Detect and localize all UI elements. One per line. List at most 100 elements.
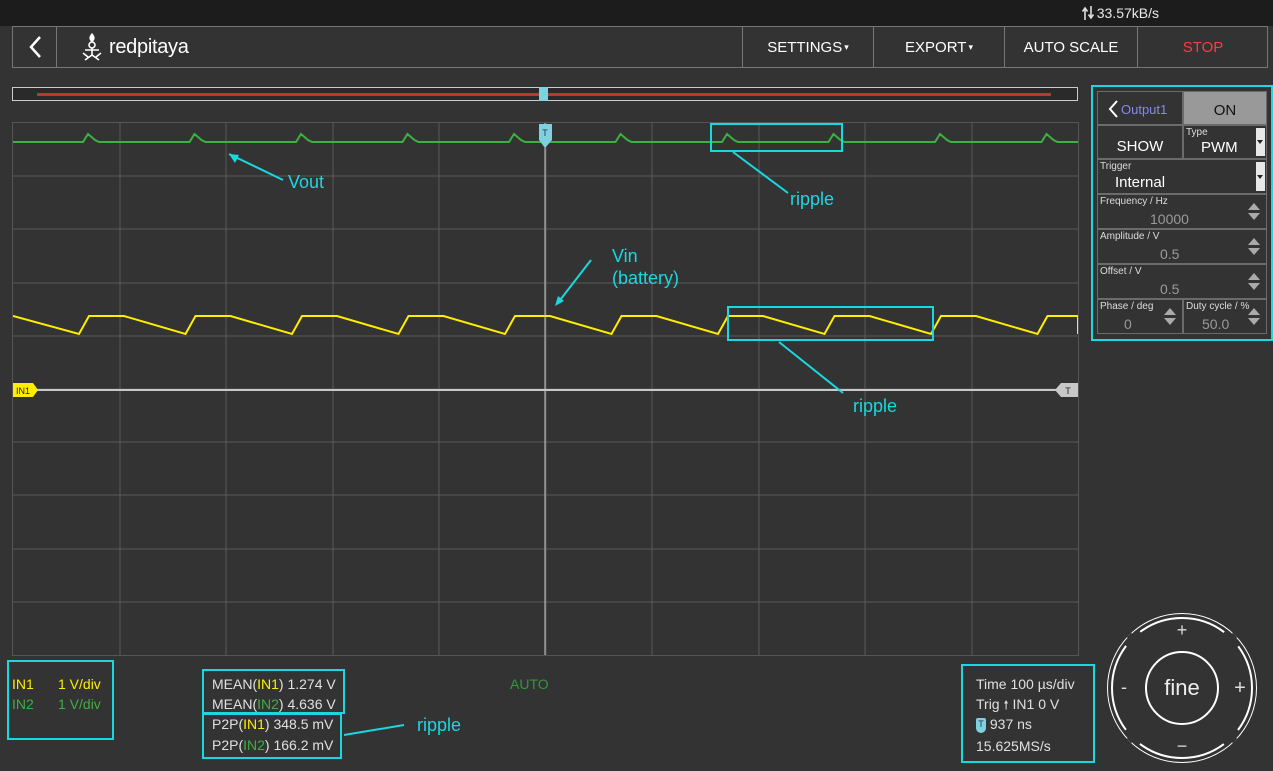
output1-back-button[interactable]: Output1: [1097, 91, 1183, 125]
trigger-marker-label: T: [542, 128, 548, 138]
p2p-in1-channel: IN1: [243, 716, 265, 732]
rising-edge-icon: 🠕: [1003, 698, 1009, 712]
p2p-in2-channel: IN2: [243, 737, 265, 753]
vin-annotation: Vin (battery): [612, 245, 679, 289]
trigger-dropdown-icon: [1256, 162, 1265, 191]
sample-rate: 15.625MS/s: [976, 738, 1051, 754]
p2p-in1-measurement: P2P(IN1) 348.5 mV: [212, 716, 333, 732]
status-bar: 33.57kB/s: [0, 0, 1273, 26]
amplitude-field[interactable]: Amplitude / V 0.5: [1097, 229, 1267, 264]
phase-value: 0: [1124, 316, 1132, 332]
offset-field[interactable]: Offset / V 0.5: [1097, 264, 1267, 299]
export-label: EXPORT: [905, 38, 967, 56]
vin-arrow: [556, 259, 592, 305]
fine-button[interactable]: fine: [1164, 675, 1199, 700]
stop-button[interactable]: STOP: [1137, 27, 1268, 67]
duty-cycle-value: 50.0: [1202, 316, 1230, 332]
caret-down-icon: ▾: [844, 41, 849, 52]
mean-prefix: MEAN(: [212, 676, 258, 692]
generator-panel: Output1 ON SHOW Type PWM Trigger Interna…: [1091, 85, 1273, 341]
time-per-div: Time 100 µs/div: [976, 676, 1075, 692]
mean-in2-measurement: MEAN(IN2) 4.636 V: [212, 696, 336, 712]
frequency-field[interactable]: Frequency / Hz 10000: [1097, 194, 1267, 229]
stop-label: STOP: [1182, 38, 1224, 56]
in2-scale: 1 V/div: [58, 696, 101, 712]
auto-scale-button[interactable]: AUTO SCALE: [1004, 27, 1137, 67]
mean-in1-value: ) 1.274 V: [278, 676, 336, 692]
jog-up-button[interactable]: +: [1177, 620, 1188, 640]
timeline-handle[interactable]: [539, 87, 548, 101]
frequency-spinner-icon[interactable]: [1248, 203, 1260, 221]
trigger-label: Trigger: [1100, 161, 1132, 172]
phase-field[interactable]: Phase / deg 0: [1097, 299, 1183, 334]
p2p-in2-measurement: P2P(IN2) 166.2 mV: [212, 737, 333, 753]
plot-canvas: T IN1 T: [12, 123, 1079, 655]
in1-label[interactable]: IN1: [12, 676, 34, 692]
in1-marker-label: IN1: [16, 386, 30, 396]
trigger-prefix: Trig: [976, 696, 1000, 712]
show-button[interactable]: SHOW: [1097, 125, 1183, 159]
offset-spinner-icon[interactable]: [1248, 273, 1260, 291]
vin-annotation-line1: Vin: [612, 246, 638, 266]
network-rate: 33.57kB/s: [1081, 5, 1159, 21]
p2p-in2-value: ) 166.2 mV: [264, 737, 334, 753]
jog-left-button[interactable]: -: [1121, 677, 1127, 697]
trigger-time-marker[interactable]: T: [539, 124, 552, 148]
trigger-level-marker[interactable]: T: [1055, 383, 1078, 397]
trigger-delay-value: 937 ns: [989, 716, 1032, 732]
amplitude-spinner-icon[interactable]: [1248, 238, 1260, 256]
ripple-annotation-top: ripple: [790, 189, 835, 209]
in2-label[interactable]: IN2: [12, 696, 34, 712]
trigger-select[interactable]: Trigger Internal: [1097, 159, 1267, 194]
ripple-bottom-leader: [343, 724, 405, 736]
type-select[interactable]: Type PWM: [1183, 125, 1267, 159]
jog-down-button[interactable]: −: [1177, 736, 1188, 756]
on-label: ON: [1213, 102, 1237, 119]
app-header: redpitaya SETTINGS ▾ EXPORT ▾ AUTO SCALE S…: [12, 26, 1268, 68]
mean-in2-value: ) 4.636 V: [278, 696, 336, 712]
export-menu-button[interactable]: EXPORT ▾: [873, 27, 1004, 67]
vin-annotation-line2: (battery): [612, 268, 680, 288]
back-button[interactable]: [13, 27, 57, 67]
ripple-mid-leader: [778, 341, 844, 394]
oscilloscope-plot[interactable]: T IN1 T: [12, 122, 1079, 656]
amplitude-value: 0.5: [1160, 246, 1180, 262]
chevron-left-icon: [28, 36, 41, 58]
trigger-level-label: T: [1065, 386, 1071, 396]
type-dropdown-icon: [1256, 128, 1265, 156]
mean-in1-channel: IN1: [257, 676, 279, 692]
jog-right-button[interactable]: +: [1234, 677, 1246, 699]
type-value: PWM: [1201, 139, 1238, 156]
phase-spinner-icon[interactable]: [1164, 308, 1176, 326]
updown-arrows-icon: [1081, 6, 1094, 20]
ripple-annotation-bottom: ripple: [417, 715, 462, 735]
trigger-marker-icon: T: [976, 717, 986, 733]
mean-in1-measurement: MEAN(IN1) 1.274 V: [212, 676, 336, 692]
trigger-source-level: IN1 0 V: [1012, 696, 1060, 712]
duty-cycle-spinner-icon[interactable]: [1248, 308, 1260, 326]
offset-value: 0.5: [1160, 281, 1180, 297]
p2p-prefix: P2P(: [212, 737, 244, 753]
output1-title: Output1: [1121, 102, 1168, 117]
p2p-in1-value: ) 348.5 mV: [264, 716, 334, 732]
settings-menu-button[interactable]: SETTINGS ▾: [742, 27, 873, 67]
frequency-value: 10000: [1150, 211, 1189, 227]
logo: redpitaya: [79, 31, 189, 63]
ripple-annotation-mid: ripple: [853, 396, 898, 416]
p2p-prefix: P2P(: [212, 716, 244, 732]
mean-prefix: MEAN(: [212, 696, 258, 712]
duty-cycle-field[interactable]: Duty cycle / % 50.0: [1183, 299, 1267, 334]
caret-down-icon: ▾: [968, 41, 973, 52]
show-label: SHOW: [1116, 138, 1164, 155]
phase-label: Phase / deg: [1100, 301, 1154, 312]
jog-control: + − - + fine: [1107, 613, 1257, 763]
type-label: Type: [1186, 127, 1208, 138]
in1-scale: 1 V/div: [58, 676, 101, 692]
settings-label: SETTINGS: [767, 38, 843, 56]
buffer-timeline[interactable]: [12, 87, 1078, 101]
in1-offset-marker[interactable]: IN1: [13, 383, 38, 397]
auto-scale-label: AUTO SCALE: [1023, 38, 1119, 56]
output-on-button[interactable]: ON: [1183, 91, 1267, 125]
redpitaya-logo-icon: [82, 33, 102, 61]
trigger-value: Internal: [1115, 174, 1166, 191]
